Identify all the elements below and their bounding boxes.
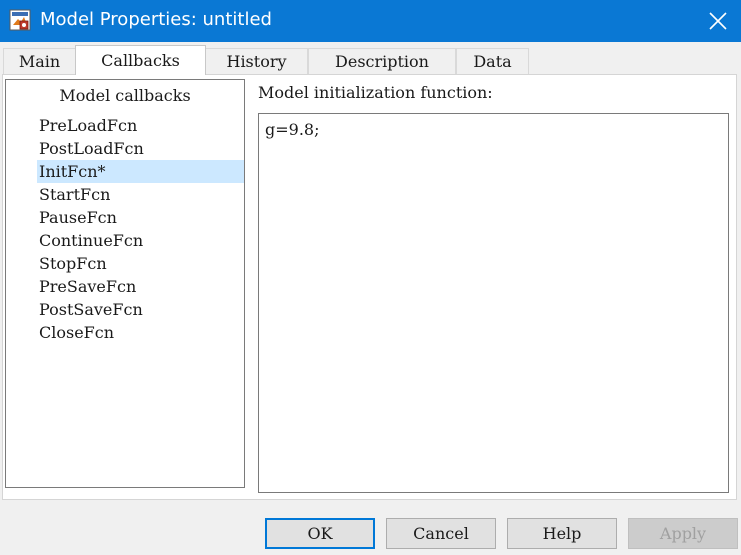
callback-item-stopfcn[interactable]: StopFcn: [6, 252, 244, 275]
callback-list[interactable]: Model callbacks PreLoadFcn PostLoadFcn I…: [5, 79, 245, 488]
callback-list-header: Model callbacks: [59, 86, 191, 105]
callback-list-items: PreLoadFcn PostLoadFcn InitFcn* StartFcn…: [6, 114, 244, 344]
tab-data[interactable]: Data: [456, 48, 529, 74]
model-properties-icon: [9, 9, 31, 31]
ok-button[interactable]: OK: [265, 518, 375, 549]
cancel-button[interactable]: Cancel: [386, 518, 496, 549]
close-button[interactable]: [694, 0, 741, 42]
code-text: g=9.8;: [265, 120, 320, 139]
callback-item-presavefcn[interactable]: PreSaveFcn: [6, 275, 244, 298]
title-bar: Model Properties: untitled: [0, 0, 741, 42]
help-button[interactable]: Help: [507, 518, 617, 549]
code-editor[interactable]: g=9.8;: [258, 113, 729, 493]
callback-item-postloadfcn[interactable]: PostLoadFcn: [6, 137, 244, 160]
callback-item-closefcn[interactable]: CloseFcn: [6, 321, 244, 344]
tab-callbacks[interactable]: Callbacks: [75, 45, 206, 75]
callback-item-startfcn[interactable]: StartFcn: [6, 183, 244, 206]
tab-history[interactable]: History: [205, 48, 308, 74]
apply-button[interactable]: Apply: [628, 518, 738, 549]
callback-item-preloadfcn[interactable]: PreLoadFcn: [6, 114, 244, 137]
tab-main[interactable]: Main: [3, 48, 76, 74]
tab-description[interactable]: Description: [308, 48, 456, 74]
callback-item-initfcn[interactable]: InitFcn*: [37, 160, 244, 183]
window-title: Model Properties: untitled: [40, 9, 272, 30]
close-icon: [709, 12, 727, 30]
function-label: Model initialization function:: [258, 83, 493, 102]
callback-item-continuefcn[interactable]: ContinueFcn: [6, 229, 244, 252]
callback-item-postsavefcn[interactable]: PostSaveFcn: [6, 298, 244, 321]
callback-item-pausefcn[interactable]: PauseFcn: [6, 206, 244, 229]
